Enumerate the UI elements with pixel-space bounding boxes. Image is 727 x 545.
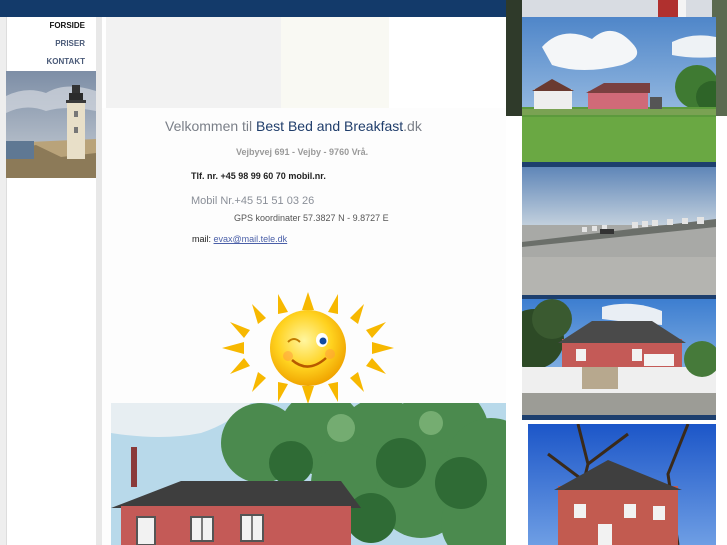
- mobile-text: Mobil Nr.+45 51 51 03 26: [191, 195, 315, 207]
- welcome-suffix: .dk: [403, 118, 422, 134]
- house-drawing: [111, 403, 507, 545]
- photo-separator: [522, 415, 716, 420]
- lighthouse-photo: [6, 71, 96, 178]
- mail-link[interactable]: evax@mail.tele.dk: [214, 234, 288, 244]
- sun-illustration: [222, 292, 394, 404]
- photo-farmhouse-field: [522, 17, 716, 162]
- welcome-brand: Best Bed and Breakfast: [256, 118, 404, 134]
- photo-beach-huts: [522, 167, 716, 295]
- phone-text: Tlf. nr. +45 98 99 60 70 mobil.nr.: [191, 171, 326, 181]
- nav-item-forside-label: FORSIDE: [49, 21, 85, 30]
- photo-house-trees: [528, 424, 716, 545]
- main-navigation: FORSIDE PRISER KONTAKT: [6, 17, 96, 71]
- welcome-prefix: Velkommen til: [165, 118, 257, 134]
- photo-column: [506, 0, 727, 545]
- gps-text: GPS koordinater 57.3827 N - 9.8727 E: [234, 213, 389, 223]
- nav-item-priser[interactable]: PRISER: [6, 35, 96, 53]
- address-text: Vejbyvej 691 - Vejby - 9760 Vrå.: [236, 147, 369, 157]
- mail-label: mail:: [192, 234, 214, 244]
- photo-top-sky-strip: [522, 0, 712, 17]
- nav-item-forside[interactable]: FORSIDE: [6, 17, 96, 35]
- photo-red-house: [522, 299, 716, 415]
- nav-item-priser-label: PRISER: [55, 39, 85, 48]
- nav-item-kontakt[interactable]: KONTAKT: [6, 53, 96, 71]
- mail-line: mail: evax@mail.tele.dk: [192, 234, 287, 244]
- nav-item-kontakt-label: KONTAKT: [46, 57, 85, 66]
- header-band-light: [281, 17, 389, 108]
- welcome-heading: Velkommen til Best Bed and Breakfast.dk: [165, 118, 422, 134]
